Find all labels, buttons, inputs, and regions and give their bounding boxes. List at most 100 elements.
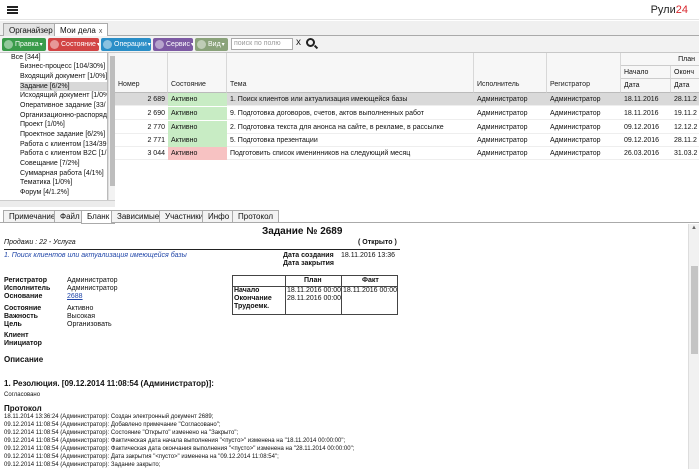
search-icon[interactable] [306, 38, 315, 47]
cell-subject: 2. Подготовка текста для анонса на сайте… [230, 124, 444, 131]
cell-subject: Подготовить список именинников на следую… [230, 150, 411, 157]
cell-number: 2 690 [147, 110, 165, 117]
table-row[interactable]: 2 689 Активно 1. Поиск клиентов или акту… [115, 93, 699, 106]
tree-item[interactable]: Все [344] [11, 53, 41, 62]
col-header-date2[interactable]: Дата [671, 79, 699, 93]
menu-icon[interactable] [7, 6, 18, 14]
cell-subject: 5. Подготовка презентации [230, 137, 318, 144]
description-label: Описание [4, 355, 44, 364]
col-header-subject[interactable]: Тема [227, 53, 474, 93]
protocol-line: 09.12.2014 11:08:54 (Администратор): Зад… [4, 462, 161, 468]
cell-state: Активно [168, 121, 227, 134]
task-grid: Номер Состояние Тема Исполнитель Регистр… [115, 53, 699, 207]
field-value: Высокая [67, 313, 96, 320]
plan-head: План [304, 277, 322, 284]
col-header-executor[interactable]: Исполнитель [474, 53, 547, 93]
top-bar: Рули24 [0, 0, 699, 20]
tree-item-selected[interactable]: Задание [6/2%] [20, 82, 107, 91]
table-row[interactable]: 2 690 Активно 9. Подготовка договоров, с… [115, 107, 699, 120]
main-tabs: Органайзер Мои дела x [0, 21, 699, 37]
table-row[interactable]: 2 770 Активно 2. Подготовка текста для а… [115, 121, 699, 134]
tree-item[interactable]: Тематика [1/0%] [20, 178, 72, 187]
cell-number: 3 044 [147, 150, 165, 157]
tree-item[interactable]: Совещание [7/2%] [20, 159, 80, 168]
doc-open-status: ( Открыто ) [358, 239, 397, 246]
brand-logo: Рули24 [650, 4, 688, 16]
col-header-registrar[interactable]: Регистратор [547, 53, 621, 93]
plan-row-label: Начало [234, 287, 260, 294]
col-header-state[interactable]: Состояние [168, 53, 227, 93]
cell-executor: Администратор [477, 110, 528, 117]
doc-sales: Продажи : 22 - Услуга [4, 239, 76, 246]
col-header-start[interactable]: Начало [621, 66, 671, 79]
cell-subject: 1. Поиск клиентов или актуализация имеющ… [230, 96, 408, 103]
tree-item[interactable]: Проектное задание [6/2%] [20, 130, 105, 139]
closed-label: Дата закрытия [283, 260, 334, 267]
toolbar: Правка▾ Состояние▾ Операции▾ Сервис▾ Вид… [0, 36, 699, 53]
tree-item[interactable]: Организационно-распоряд [20, 111, 107, 120]
cell-date: 09.12.2016 [624, 137, 660, 144]
edit-menu-button[interactable]: Правка▾ [2, 38, 46, 51]
tab-dependent[interactable]: Зависимые [111, 210, 166, 223]
tab-note[interactable]: Примечание [3, 210, 62, 223]
tab-organizer[interactable]: Органайзер [3, 23, 59, 36]
tree-item[interactable]: Суммарная работа [4/1%] [20, 169, 104, 178]
field-label: Состояние [4, 305, 42, 312]
tree-item[interactable]: Оперативное задание [33/ [20, 101, 106, 110]
cell-date: 09.12.2016 [624, 124, 660, 131]
resolution-text: Согласовано [4, 392, 41, 398]
clear-search-button[interactable]: x [296, 37, 301, 48]
cell-state: Активно [168, 134, 227, 147]
view-menu-button[interactable]: Вид▾ [195, 38, 228, 51]
doc-task-link: 1. Поиск клиентов или актуализация имеющ… [4, 252, 187, 259]
operations-menu-button[interactable]: Операции▾ [101, 38, 151, 51]
cell-date2: 19.11.2 [674, 110, 697, 117]
tree-scrollbar[interactable] [108, 53, 115, 207]
table-row[interactable]: 3 044 Активно Подготовить список именинн… [115, 147, 699, 160]
cell-subject: 9. Подготовка договоров, счетов, актов в… [230, 110, 424, 117]
tree-horizontal-scrollbar[interactable] [0, 200, 115, 207]
col-header-end[interactable]: Оконч [671, 66, 699, 79]
protocol-line: 09.12.2014 11:08:54 (Администратор): Дат… [4, 454, 279, 460]
state-menu-button[interactable]: Состояние▾ [48, 38, 99, 51]
tab-info[interactable]: Инфо [202, 210, 236, 223]
tree-item[interactable]: Форум [4/1.2%] [20, 188, 69, 197]
service-icon [155, 40, 164, 49]
cell-date2: 31.03.2 [674, 150, 698, 157]
cell-date: 18.11.2016 [624, 96, 659, 103]
cell-registrar: Администратор [550, 124, 601, 131]
scroll-up-icon[interactable]: ▲ [691, 225, 697, 231]
tree-item[interactable]: Исходящий документ [1/0%] [20, 91, 107, 100]
cell-registrar: Администратор [550, 96, 601, 103]
basis-link[interactable]: 2688 [67, 293, 83, 300]
col-header-date[interactable]: Дата [621, 79, 671, 93]
tree-item[interactable]: Работа с клиентом B2C [1/ [20, 149, 107, 158]
document-scroll-thumb[interactable] [691, 266, 698, 354]
cell-executor: Администратор [477, 124, 528, 131]
plan-row-fact: 18.11.2016 00:00 [343, 287, 397, 294]
tree-item[interactable]: Входящий документ [1/0%] [20, 72, 107, 81]
plan-row-label: Окончание [234, 295, 272, 302]
search-input[interactable]: поиск по полю [231, 38, 293, 50]
tab-close-icon[interactable]: x [99, 28, 103, 35]
detail-tabs: Примечание Файл Бланк Зависимые Участник… [0, 209, 699, 224]
tab-my-tasks[interactable]: Мои дела x [54, 23, 109, 37]
cell-registrar: Администратор [550, 137, 601, 144]
document-scrollbar[interactable]: ▲ [688, 224, 699, 469]
cell-state: Активно [168, 147, 227, 160]
table-row[interactable]: 2 771 Активно 5. Подготовка презентации … [115, 134, 699, 147]
plan-row-label: Трудоемк. [234, 303, 270, 310]
cell-number: 2 771 [147, 137, 165, 144]
col-header-plan: План [621, 53, 699, 66]
state-icon [50, 40, 59, 49]
tab-protocol[interactable]: Протокол [232, 210, 280, 223]
tree-item[interactable]: Работа с клиентом [134/39 [20, 140, 107, 149]
created-value: 18.11.2016 13:36 [341, 252, 395, 259]
cell-registrar: Администратор [550, 150, 601, 157]
service-menu-button[interactable]: Сервис▾ [153, 38, 193, 51]
tree-item[interactable]: Бизнес-процесс [104/30%] [20, 62, 105, 71]
tree-item[interactable]: Проект [1/0%] [20, 120, 65, 129]
fact-head: Факт [362, 277, 379, 284]
protocol-label: Протокол [4, 404, 42, 413]
col-header-number[interactable]: Номер [115, 53, 168, 93]
